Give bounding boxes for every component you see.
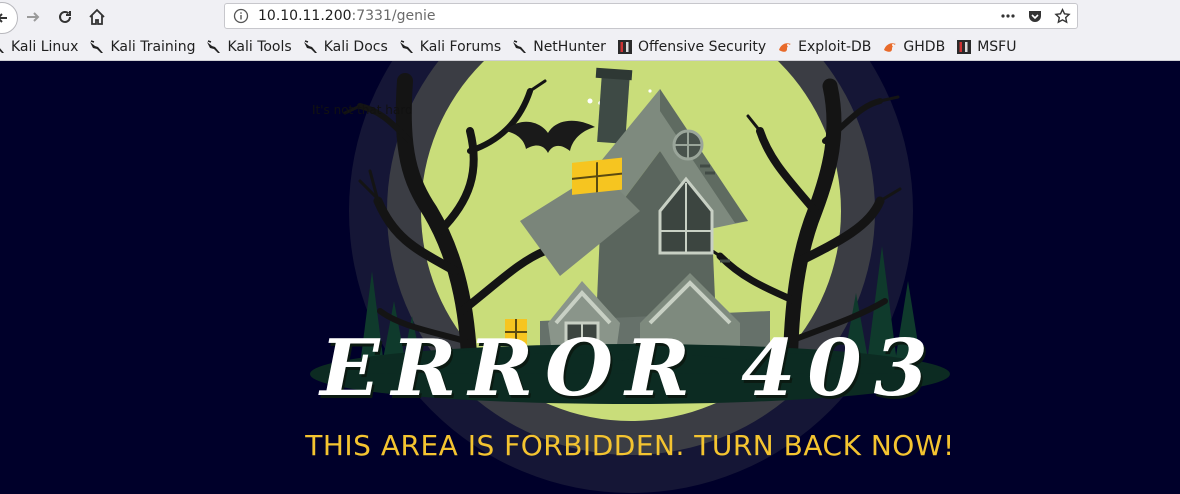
bookmark-offensive-security[interactable]: Offensive Security	[617, 35, 770, 59]
bookmarks-toolbar: Kali Linux Kali Training Kali Tools Kali…	[0, 34, 1180, 61]
exploitdb-icon	[777, 39, 793, 55]
reload-icon	[59, 10, 71, 23]
bookmark-label: MSFU	[977, 39, 1017, 55]
forward-button[interactable]	[20, 4, 46, 30]
back-button[interactable]	[0, 2, 18, 34]
bookmark-label: Kali Docs	[323, 39, 388, 55]
bookmark-star-button[interactable]	[1053, 7, 1071, 25]
url-text[interactable]: 10.10.11.200:7331/genie	[258, 8, 435, 24]
bookmark-exploit-db[interactable]: Exploit-DB	[777, 35, 875, 59]
url-bar[interactable]: 10.10.11.200:7331/genie	[224, 3, 1078, 29]
bookmark-kali-training[interactable]: Kali Training	[89, 35, 199, 59]
bookmark-msfu[interactable]: MSFU	[956, 35, 1020, 59]
page-content: It's not that hard ERROR 403 THIS AREA I…	[0, 61, 1180, 494]
reload-button[interactable]	[52, 4, 78, 30]
bookmark-kali-docs[interactable]: Kali Docs	[303, 35, 392, 59]
home-button[interactable]	[84, 4, 110, 30]
info-icon[interactable]	[233, 8, 249, 24]
bookmark-label: Kali Training	[110, 39, 196, 55]
bookmark-label: NetHunter	[533, 39, 606, 55]
url-path: :7331/genie	[351, 8, 436, 24]
more-horizontal-icon	[1001, 14, 1015, 18]
offsec-icon	[617, 39, 633, 55]
bookmark-kali-linux[interactable]: Kali Linux	[0, 35, 82, 59]
exploitdb-icon	[882, 39, 898, 55]
url-host: 10.10.11.200	[258, 8, 352, 24]
bookmark-kali-forums[interactable]: Kali Forums	[399, 35, 505, 59]
bookmark-label: Exploit-DB	[798, 39, 872, 55]
hint-text: It's not that hard	[312, 103, 413, 117]
kali-dragon-icon	[89, 39, 105, 55]
kali-dragon-icon	[512, 39, 528, 55]
kali-dragon-icon	[303, 39, 319, 55]
pocket-button[interactable]	[1026, 7, 1044, 25]
bookmark-ghdb[interactable]: GHDB	[882, 35, 949, 59]
arrow-left-icon	[0, 13, 7, 23]
star-icon	[1053, 7, 1071, 23]
kali-dragon-icon	[206, 39, 222, 55]
error-subtitle: THIS AREA IS FORBIDDEN. TURN BACK NOW!	[305, 429, 955, 462]
pocket-icon	[1029, 11, 1041, 22]
kali-dragon-icon	[399, 39, 415, 55]
kali-dragon-icon	[0, 39, 6, 55]
bookmark-nethunter[interactable]: NetHunter	[512, 35, 610, 59]
bookmark-label: Kali Forums	[419, 39, 502, 55]
page-actions-button[interactable]	[999, 7, 1017, 25]
browser-toolbar: 10.10.11.200:7331/genie	[0, 0, 1180, 34]
arrow-right-icon	[27, 12, 40, 22]
bookmark-label: Kali Linux	[11, 39, 79, 55]
bookmark-label: Offensive Security	[637, 39, 767, 55]
bookmark-kali-tools[interactable]: Kali Tools	[206, 35, 295, 59]
bookmark-label: Kali Tools	[227, 39, 292, 55]
home-icon	[89, 8, 105, 25]
error-title: ERROR 403	[320, 323, 940, 414]
bookmark-label: GHDB	[903, 39, 946, 55]
offsec-icon	[956, 39, 972, 55]
